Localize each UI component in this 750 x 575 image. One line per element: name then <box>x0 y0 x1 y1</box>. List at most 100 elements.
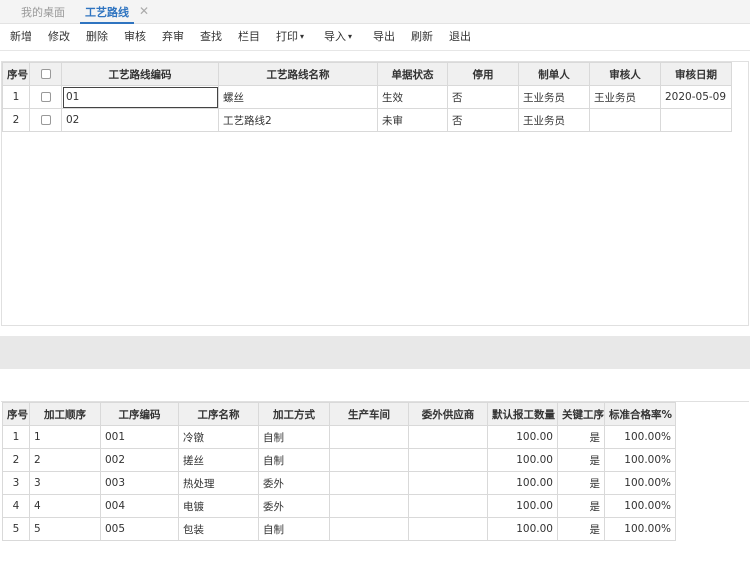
cell-proc-name[interactable]: 冷镦 <box>178 425 259 449</box>
cell-proc-code[interactable]: 005 <box>100 517 179 541</box>
cell-creator[interactable]: 王业务员 <box>518 85 590 109</box>
cell-method[interactable]: 委外 <box>258 494 330 518</box>
cell-key-proc[interactable]: 是 <box>557 494 605 518</box>
row-checkbox[interactable] <box>29 108 62 132</box>
cell-default-qty[interactable]: 100.00 <box>487 448 558 472</box>
cell-supplier[interactable] <box>408 448 488 472</box>
cell-method[interactable]: 自制 <box>258 448 330 472</box>
col-header-workshop[interactable]: 生产车间 <box>329 402 409 426</box>
cell-disabled[interactable]: 否 <box>447 85 519 109</box>
table-row[interactable]: 2 02 工艺路线2 未审 否 王业务员 <box>2 108 732 132</box>
table-row[interactable]: 4 4 004 电镀 委外 100.00 是 100.00% <box>2 494 676 518</box>
cell-default-qty[interactable]: 100.00 <box>487 425 558 449</box>
edit-button[interactable]: 修改 <box>48 30 70 44</box>
col-header-default-qty[interactable]: 默认报工数量 <box>487 402 558 426</box>
col-header-disabled[interactable]: 停用 <box>447 62 519 86</box>
cell-default-qty[interactable]: 100.00 <box>487 494 558 518</box>
cell-status[interactable]: 未审 <box>377 108 448 132</box>
cell-supplier[interactable] <box>408 494 488 518</box>
approve-button[interactable]: 审核 <box>124 30 146 44</box>
cell-proc-name[interactable]: 搓丝 <box>178 448 259 472</box>
cell-default-qty[interactable]: 100.00 <box>487 471 558 495</box>
cell-route-name[interactable]: 工艺路线2 <box>218 108 378 132</box>
cell-creator[interactable]: 王业务员 <box>518 108 590 132</box>
cell-proc-code[interactable]: 003 <box>100 471 179 495</box>
cell-auditor[interactable]: 王业务员 <box>589 85 661 109</box>
cell-status[interactable]: 生效 <box>377 85 448 109</box>
cell-proc-code[interactable]: 002 <box>100 448 179 472</box>
cell-workshop[interactable] <box>329 471 409 495</box>
cell-method[interactable]: 委外 <box>258 471 330 495</box>
cell-supplier[interactable] <box>408 517 488 541</box>
table-row[interactable]: 1 1 001 冷镦 自制 100.00 是 100.00% <box>2 425 676 449</box>
table-row[interactable]: 5 5 005 包装 自制 100.00 是 100.00% <box>2 517 676 541</box>
cell-route-code[interactable]: 01 <box>61 85 219 109</box>
cell-supplier[interactable] <box>408 471 488 495</box>
cell-pass-rate[interactable]: 100.00% <box>604 494 676 518</box>
cell-proc-name[interactable]: 包装 <box>178 517 259 541</box>
table-row[interactable]: 2 2 002 搓丝 自制 100.00 是 100.00% <box>2 448 676 472</box>
cell-method[interactable]: 自制 <box>258 517 330 541</box>
col-header-supplier[interactable]: 委外供应商 <box>408 402 488 426</box>
table-row[interactable]: 3 3 003 热处理 委外 100.00 是 100.00% <box>2 471 676 495</box>
cell-method[interactable]: 自制 <box>258 425 330 449</box>
table-row[interactable]: 1 01 螺丝 生效 否 王业务员 王业务员 2020-05-09 <box>2 85 732 109</box>
cell-order[interactable]: 2 <box>29 448 101 472</box>
row-checkbox[interactable] <box>29 85 62 109</box>
cell-route-code[interactable]: 02 <box>61 108 219 132</box>
cell-proc-name[interactable]: 电镀 <box>178 494 259 518</box>
cell-workshop[interactable] <box>329 517 409 541</box>
col-header-route-code[interactable]: 工艺路线编码 <box>61 62 219 86</box>
cell-pass-rate[interactable]: 100.00% <box>604 517 676 541</box>
cell-proc-code[interactable]: 004 <box>100 494 179 518</box>
select-all-checkbox[interactable] <box>29 62 62 86</box>
columns-button[interactable]: 栏目 <box>238 30 260 44</box>
add-button[interactable]: 新增 <box>10 30 32 44</box>
cell-route-name[interactable]: 螺丝 <box>218 85 378 109</box>
delete-button[interactable]: 删除 <box>86 30 108 44</box>
col-header-order[interactable]: 加工顺序 <box>29 402 101 426</box>
cell-key-proc[interactable]: 是 <box>557 471 605 495</box>
cell-pass-rate[interactable]: 100.00% <box>604 425 676 449</box>
cell-audit-date[interactable]: 2020-05-09 <box>660 85 732 109</box>
cell-disabled[interactable]: 否 <box>447 108 519 132</box>
cell-pass-rate[interactable]: 100.00% <box>604 448 676 472</box>
col-header-key-proc[interactable]: 关键工序 <box>557 402 605 426</box>
col-header-creator[interactable]: 制单人 <box>518 62 590 86</box>
panel-splitter[interactable] <box>0 336 750 369</box>
refresh-button[interactable]: 刷新 <box>411 30 433 44</box>
col-header-proc-code[interactable]: 工序编码 <box>100 402 179 426</box>
unapprove-button[interactable]: 弃审 <box>162 30 184 44</box>
col-header-method[interactable]: 加工方式 <box>258 402 330 426</box>
find-button[interactable]: 查找 <box>200 30 222 44</box>
cell-order[interactable]: 3 <box>29 471 101 495</box>
col-header-audit-date[interactable]: 审核日期 <box>660 62 732 86</box>
cell-proc-code[interactable]: 001 <box>100 425 179 449</box>
cell-key-proc[interactable]: 是 <box>557 425 605 449</box>
col-header-auditor[interactable]: 审核人 <box>589 62 661 86</box>
cell-default-qty[interactable]: 100.00 <box>487 517 558 541</box>
cell-supplier[interactable] <box>408 425 488 449</box>
col-header-route-name[interactable]: 工艺路线名称 <box>218 62 378 86</box>
cell-key-proc[interactable]: 是 <box>557 517 605 541</box>
cell-proc-name[interactable]: 热处理 <box>178 471 259 495</box>
col-header-status[interactable]: 单据状态 <box>377 62 448 86</box>
col-header-proc-name[interactable]: 工序名称 <box>178 402 259 426</box>
cell-workshop[interactable] <box>329 425 409 449</box>
cell-workshop[interactable] <box>329 494 409 518</box>
exit-button[interactable]: 退出 <box>449 30 471 44</box>
cell-order[interactable]: 5 <box>29 517 101 541</box>
col-header-pass-rate[interactable]: 标准合格率% <box>604 402 676 426</box>
tab-process-route[interactable]: 工艺路线 <box>80 3 134 24</box>
cell-order[interactable]: 1 <box>29 425 101 449</box>
import-button[interactable]: 导入 ▾ <box>324 30 352 45</box>
cell-audit-date[interactable] <box>660 108 732 132</box>
tab-my-desktop[interactable]: 我的桌面 <box>21 3 65 24</box>
print-button[interactable]: 打印 ▾ <box>276 30 304 45</box>
cell-workshop[interactable] <box>329 448 409 472</box>
export-button[interactable]: 导出 <box>373 30 395 44</box>
cell-auditor[interactable] <box>589 108 661 132</box>
cell-pass-rate[interactable]: 100.00% <box>604 471 676 495</box>
close-icon[interactable]: ✕ <box>139 3 149 20</box>
cell-key-proc[interactable]: 是 <box>557 448 605 472</box>
